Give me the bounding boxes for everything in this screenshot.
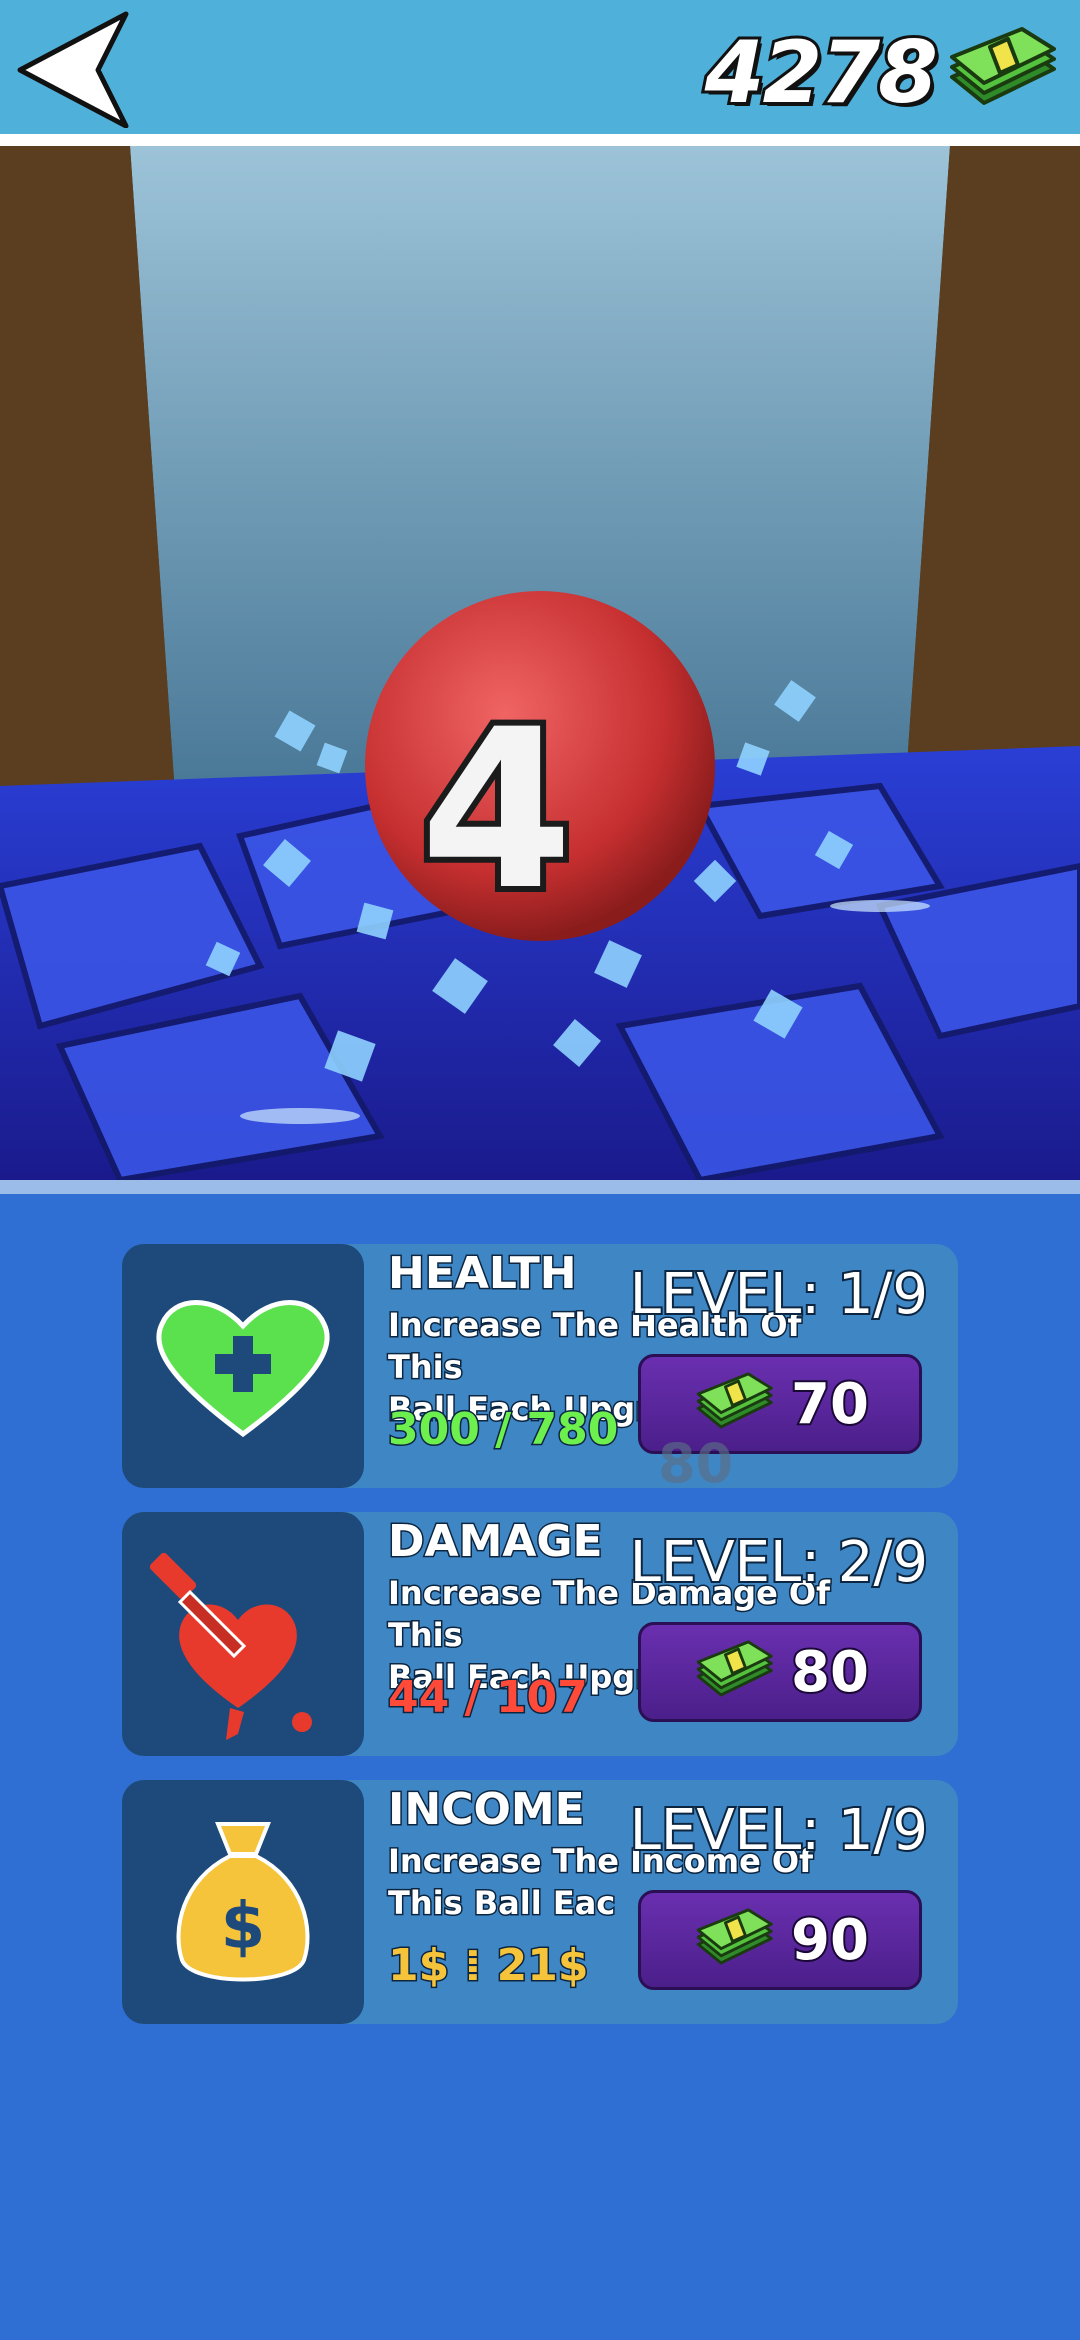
heart-plus-icon — [156, 1300, 330, 1438]
upgrade-stat: 300 / 780 — [386, 1403, 619, 1457]
upgrade-card-health: HEALTH Increase The Health Of This Ball … — [122, 1244, 958, 1488]
svg-text:$: $ — [221, 1890, 266, 1964]
icon-box — [122, 1512, 364, 1756]
scene-divider — [0, 1180, 1080, 1194]
icon-box: $ — [122, 1780, 364, 2024]
price-label: 90 — [789, 1906, 871, 1975]
upgrade-title: INCOME — [387, 1783, 587, 1837]
back-arrow-icon — [17, 11, 129, 129]
cash-stack-icon — [696, 1372, 773, 1429]
upgrade-level: LEVEL: 2/9 — [628, 1528, 930, 1597]
coin-balance: 4278 — [702, 20, 941, 126]
ghost-price-label: 80 — [658, 1432, 734, 1495]
bleeding-heart-dagger-icon — [149, 1552, 312, 1740]
top-bar: 4278 — [0, 0, 1080, 134]
cash-stack-icon — [696, 1640, 773, 1697]
money-bag-icon: $ — [176, 1822, 310, 1982]
upgrade-stat: 1$ ⁞ 21$ — [386, 1939, 589, 1993]
upgrade-level: LEVEL: 1/9 — [628, 1796, 930, 1865]
top-bar-divider — [0, 134, 1080, 146]
ball-number: 4 — [420, 682, 573, 938]
ball-preview-scene: 4 — [0, 146, 1080, 1180]
cash-stack-icon — [944, 25, 1060, 121]
upgrade-stat: 44 / 107 — [387, 1671, 590, 1725]
back-button[interactable] — [14, 8, 134, 129]
buy-income-button[interactable]: 90 — [638, 1890, 922, 1990]
price-label: 80 — [789, 1638, 871, 1707]
upgrade-card-damage: DAMAGE Increase The Damage Of This Ball … — [122, 1512, 958, 1756]
coin-counter: 4278 — [702, 18, 1060, 128]
upgrade-title: HEALTH — [387, 1247, 579, 1301]
upgrade-level: LEVEL: 1/9 — [628, 1260, 930, 1329]
upgrade-title: DAMAGE — [387, 1515, 605, 1569]
price-label: 70 — [789, 1370, 871, 1439]
icon-box — [122, 1244, 364, 1488]
upgrade-card-income: $ INCOME Increase The Income Of This Bal… — [122, 1780, 958, 2024]
cash-stack-icon — [696, 1908, 773, 1965]
buy-damage-button[interactable]: 80 — [638, 1622, 922, 1722]
